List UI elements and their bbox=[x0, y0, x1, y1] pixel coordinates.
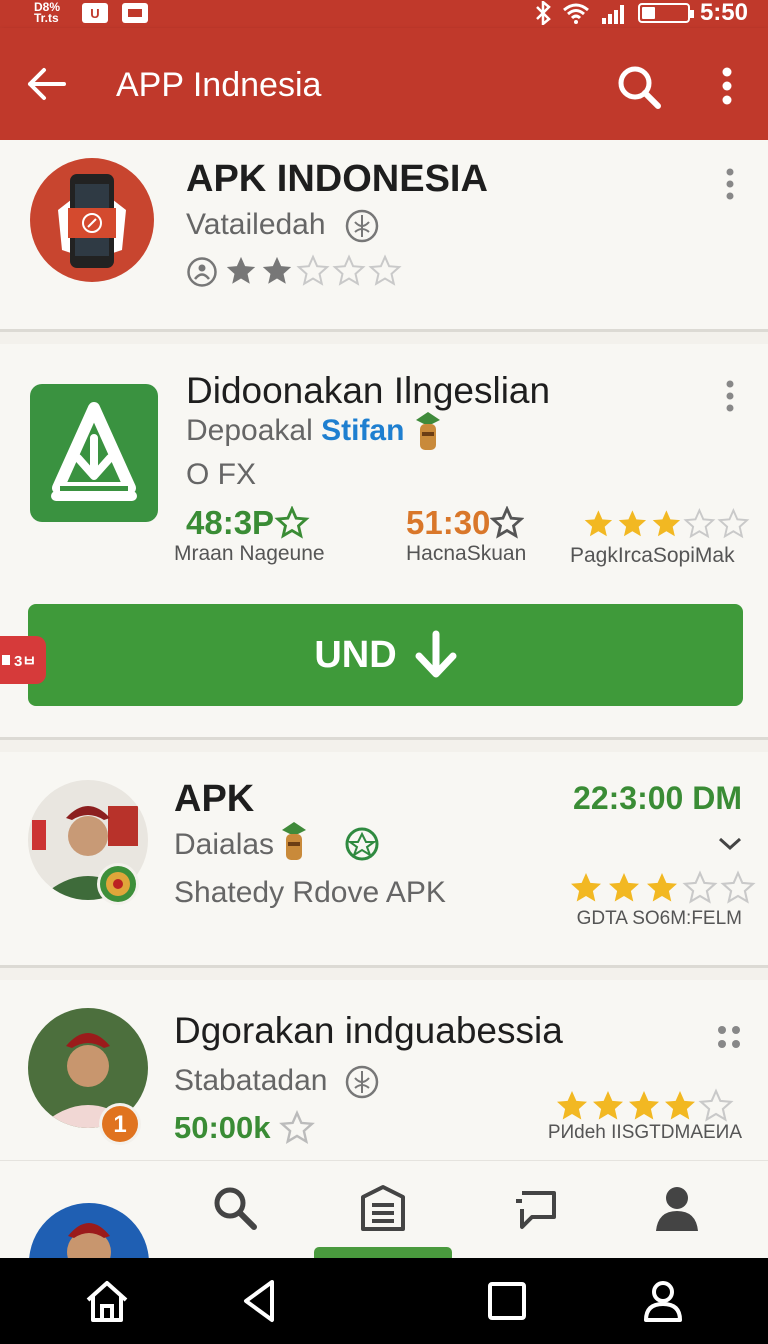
system-nav-bar bbox=[0, 1258, 768, 1344]
app-bar: APP Indnesia bbox=[0, 28, 768, 140]
mascot-icon bbox=[416, 412, 440, 450]
app-subtitle: Stabatadan bbox=[174, 1064, 328, 1097]
search-icon[interactable] bbox=[210, 1183, 260, 1233]
side-badge[interactable]: 3ㅂ bbox=[0, 636, 46, 684]
developer-link[interactable]: Stifan bbox=[321, 414, 404, 447]
download-app-icon bbox=[30, 384, 158, 522]
app-name: APK bbox=[174, 778, 255, 820]
star-filled-icon bbox=[571, 873, 601, 902]
user-badge-icon bbox=[187, 257, 217, 287]
rating-stars bbox=[224, 254, 402, 288]
app-card-4[interactable]: 1 Dgorakan indguabessia Stabatadan 50:00… bbox=[0, 980, 768, 1160]
star-empty-icon bbox=[368, 254, 402, 286]
search-icon[interactable] bbox=[614, 62, 664, 112]
recents-icon[interactable] bbox=[484, 1278, 530, 1324]
stat-2-value: 51:30 bbox=[406, 504, 491, 541]
phone-app-icon bbox=[30, 158, 154, 282]
install-button-label: UND bbox=[314, 633, 397, 676]
star-outline-icon bbox=[490, 506, 525, 539]
star-outline-icon bbox=[278, 1110, 315, 1144]
star-filled-icon bbox=[593, 1091, 623, 1120]
app-name: Didoonakan Ilngeslian bbox=[186, 370, 551, 411]
more-vert-icon[interactable] bbox=[712, 64, 742, 108]
battery-icon bbox=[637, 3, 694, 23]
app-name: APK INDONESIA bbox=[186, 158, 488, 200]
stat-1-value: 48:3P bbox=[186, 504, 275, 541]
emblem-icon bbox=[345, 1065, 379, 1099]
user-icon[interactable] bbox=[640, 1278, 686, 1324]
star-empty-icon bbox=[717, 507, 750, 539]
chevron-down-icon[interactable] bbox=[716, 834, 744, 854]
star-filled-icon bbox=[262, 256, 292, 284]
star-empty-icon bbox=[683, 507, 716, 539]
download-count: 50:00k bbox=[174, 1110, 315, 1146]
news-icon[interactable] bbox=[358, 1183, 408, 1233]
developer-prefix: Depoakal bbox=[186, 414, 313, 447]
rating-caption: GDTA SO6M:FELM bbox=[576, 908, 742, 929]
status-text: D8% Tr.ts bbox=[34, 0, 61, 25]
profile-icon[interactable] bbox=[652, 1183, 702, 1233]
rating-stars bbox=[582, 504, 750, 544]
wifi-icon bbox=[562, 3, 589, 24]
star-empty-icon bbox=[698, 1088, 734, 1122]
clock: 5:50 bbox=[699, 0, 748, 26]
drag-handle-icon[interactable] bbox=[714, 1022, 744, 1052]
app-subtitle: Vatailedah bbox=[186, 208, 326, 241]
star-filled-icon bbox=[665, 1091, 695, 1120]
stat-3: PagkIrcaSopiMak bbox=[570, 504, 750, 568]
rating-stars bbox=[568, 870, 756, 906]
more-options-icon[interactable] bbox=[720, 166, 740, 202]
star-empty-icon bbox=[682, 870, 718, 904]
star-empty-icon bbox=[332, 254, 366, 286]
star-empty-icon bbox=[296, 254, 330, 286]
app-card-3[interactable]: APK Daialas Shatedy Rdove APK 22:3:00 DM… bbox=[0, 752, 768, 968]
app-subtitle: Daialas bbox=[174, 828, 275, 861]
stat-1: 48:3P Mraan Nageune bbox=[174, 504, 374, 566]
star-filled-icon bbox=[647, 873, 677, 902]
rating-caption: PИdeh IISGTDMAEИA bbox=[547, 1122, 742, 1143]
signal-icon bbox=[601, 5, 624, 24]
emblem-icon bbox=[345, 209, 379, 243]
avatar: 1 bbox=[28, 1008, 148, 1145]
status-bar: D8% Tr.ts U 5:50 bbox=[0, 0, 768, 28]
page-title: APP Indnesia bbox=[116, 66, 322, 104]
app-card-1[interactable]: APK INDONESIA Vatailedah bbox=[0, 140, 768, 332]
stat-2-label: HacnaSkuan bbox=[406, 542, 527, 565]
star-empty-icon bbox=[720, 870, 756, 904]
home-icon[interactable] bbox=[84, 1278, 130, 1324]
avatar bbox=[28, 780, 148, 905]
side-badge-text: 3ㅂ bbox=[14, 652, 37, 670]
avatar-partial bbox=[29, 1203, 149, 1258]
back-triangle-icon[interactable] bbox=[238, 1278, 284, 1324]
stat-3-label: PagkIrcaSopiMak bbox=[570, 544, 735, 567]
bluetooth-icon bbox=[536, 1, 551, 25]
star-outline-icon bbox=[274, 506, 310, 539]
notification-icon-u: U bbox=[82, 3, 108, 23]
star-filled-icon bbox=[629, 1091, 659, 1120]
time-label: 22:3:00 DM bbox=[573, 780, 742, 816]
developer-line: Depoakal Stifan bbox=[186, 414, 404, 448]
app-name: Dgorakan indguabessia bbox=[174, 1010, 563, 1051]
back-arrow-icon[interactable] bbox=[24, 64, 68, 104]
stat-2: 51:30 HacnaSkuan bbox=[406, 504, 566, 566]
mascot-icon bbox=[282, 822, 306, 860]
rating-stars bbox=[554, 1088, 734, 1124]
star-filled-icon bbox=[226, 256, 256, 284]
app-size: O FX bbox=[186, 458, 257, 491]
notification-icon-message bbox=[122, 3, 148, 23]
app-description: Shatedy Rdove APK bbox=[174, 876, 446, 909]
emblem-icon bbox=[345, 827, 379, 861]
star-filled-icon bbox=[557, 1091, 587, 1120]
star-filled-icon bbox=[584, 510, 613, 537]
app-card-2[interactable]: Didoonakan Ilngeslian Depoakal Stifan O … bbox=[0, 344, 768, 740]
stat-1-label: Mraan Nageune bbox=[174, 542, 325, 565]
chat-icon[interactable] bbox=[510, 1183, 560, 1233]
star-filled-icon bbox=[618, 510, 646, 537]
more-options-icon[interactable] bbox=[720, 378, 740, 414]
download-arrow-icon bbox=[415, 630, 457, 678]
badge-number: 1 bbox=[113, 1111, 126, 1138]
star-filled-icon bbox=[609, 873, 639, 902]
star-filled-icon bbox=[652, 510, 680, 537]
install-button[interactable]: UND bbox=[28, 604, 743, 706]
